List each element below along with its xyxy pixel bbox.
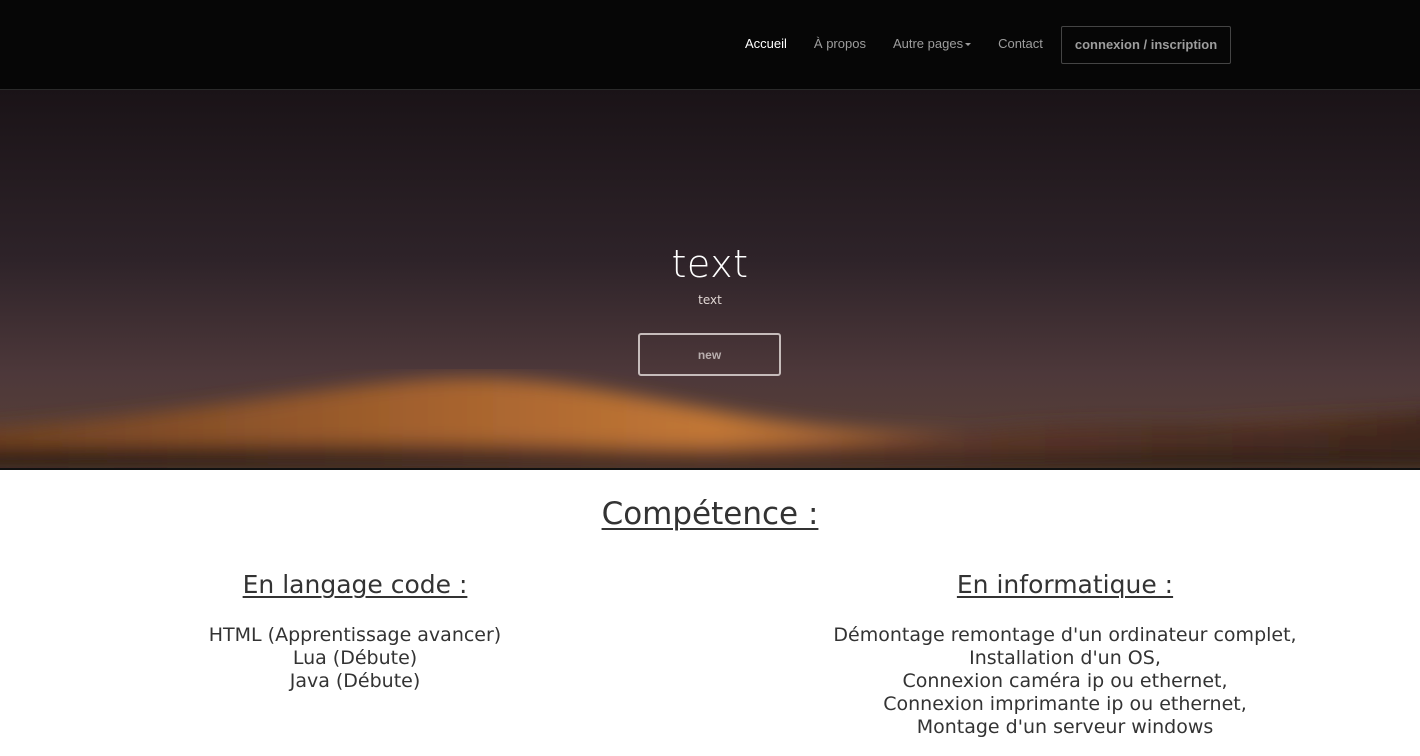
- skills-code-column: En langage code : HTML (Apprentissage av…: [0, 568, 710, 693]
- nav-dropdown-label: Autre pages: [892, 36, 964, 51]
- skills-code-list: HTML (Apprentissage avancer) Lua (Débute…: [0, 624, 710, 693]
- list-item: Connexion imprimante ip ou ethernet,: [883, 693, 1247, 715]
- skills-informatique-heading: En informatique :: [956, 570, 1174, 599]
- nav-menu: Accueil À propos Autre pages Contact con…: [745, 0, 1232, 89]
- top-navbar: Accueil À propos Autre pages Contact con…: [0, 0, 1420, 90]
- list-item: Lua (Débute): [292, 647, 418, 669]
- hero-subtitle: text: [698, 293, 722, 307]
- skills-title: Compétence :: [601, 496, 819, 532]
- list-item: HTML (Apprentissage avancer): [208, 624, 502, 646]
- list-item: Installation d'un OS,: [969, 647, 1161, 669]
- login-register-button[interactable]: connexion / inscription: [1060, 25, 1232, 64]
- nav-link-a-propos[interactable]: À propos: [814, 36, 866, 51]
- list-item: Démontage remontage d'un ordinateur comp…: [833, 624, 1297, 646]
- nav-dropdown-autre-pages[interactable]: Autre pages: [892, 36, 972, 51]
- hero-title: text: [671, 242, 749, 286]
- skills-informatique-list: Démontage remontage d'un ordinateur comp…: [710, 624, 1420, 739]
- list-item: Connexion caméra ip ou ethernet,: [902, 670, 1228, 692]
- hero-new-button[interactable]: new: [638, 333, 781, 376]
- list-item: Montage d'un serveur windows: [916, 716, 1214, 738]
- hero-banner: text text new: [0, 90, 1420, 470]
- nav-link-contact[interactable]: Contact: [998, 36, 1043, 51]
- skills-informatique-column: En informatique : Démontage remontage d'…: [710, 568, 1420, 739]
- nav-link-accueil[interactable]: Accueil: [745, 36, 787, 51]
- caret-down-icon: [965, 43, 972, 47]
- list-item: Java (Débute): [289, 670, 421, 692]
- skills-code-heading: En langage code :: [242, 570, 468, 599]
